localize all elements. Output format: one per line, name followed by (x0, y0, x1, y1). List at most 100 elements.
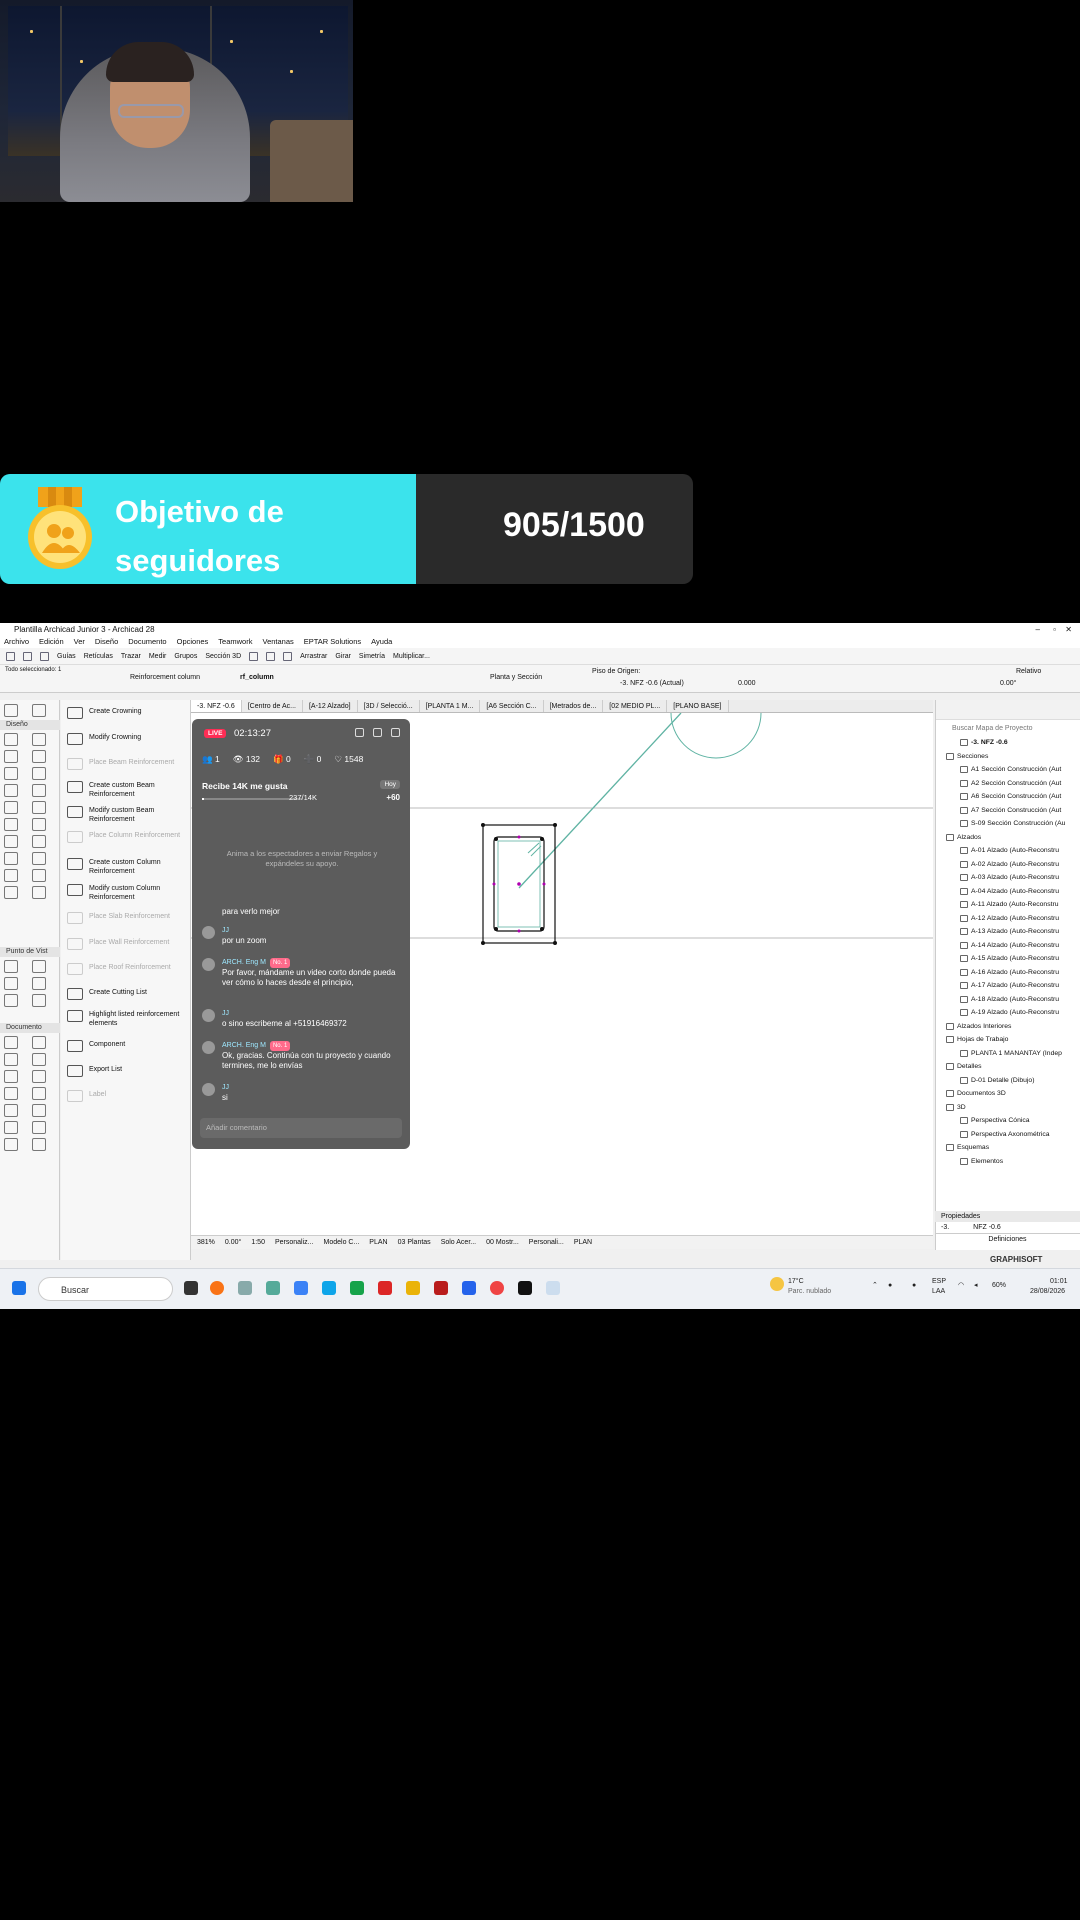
level-dim-tool-icon[interactable] (32, 1036, 46, 1049)
avatar[interactable] (202, 1083, 215, 1096)
tab-a12-alzado[interactable]: [A-12 Alzado] (303, 700, 358, 712)
zoom-value[interactable]: 381% (197, 1236, 215, 1249)
rotation-value[interactable]: 0.00° (225, 1236, 241, 1249)
lamp-tool-icon[interactable] (32, 852, 46, 865)
taskbar-search[interactable]: Buscar (38, 1277, 173, 1301)
place-column-reinforcement-button[interactable]: Place Column Reinforcement (67, 831, 191, 843)
navigator-item[interactable]: Esquemas (936, 1141, 1080, 1155)
column-tool-icon[interactable] (4, 750, 18, 763)
dimension-tool-icon[interactable] (4, 1036, 18, 1049)
modify-crowning-button[interactable]: Modify Crowning (67, 733, 191, 745)
dimension-standard[interactable]: PLAN (574, 1236, 592, 1249)
menu-ayuda[interactable]: Ayuda (371, 636, 392, 648)
windows-start-icon[interactable] (12, 1281, 26, 1295)
structure-display[interactable]: 03 Plantas (398, 1236, 431, 1249)
chevron-up-icon[interactable]: ⌃ (872, 1281, 878, 1290)
navigator-item[interactable]: A-11 Alzado (Auto-Reconstru (936, 898, 1080, 912)
polyline-tool-icon[interactable] (32, 1104, 46, 1117)
elevation-field[interactable]: 0.000 (738, 680, 756, 687)
navigator-item[interactable]: A-02 Alzado (Auto-Reconstru (936, 858, 1080, 872)
skylight-tool-icon[interactable] (32, 869, 46, 882)
curtain-wall-tool-icon[interactable] (32, 767, 46, 780)
message-user[interactable]: ARCH. Eng M (222, 959, 266, 966)
magic-wand-icon[interactable] (266, 652, 276, 661)
tab-centro[interactable]: [Centro de Ac... (242, 700, 303, 712)
navigator-item[interactable]: Detalles (936, 1060, 1080, 1074)
stair-tool-icon[interactable] (4, 784, 18, 797)
navigator-item[interactable]: PLANTA 1 MANANTAY (Indep (936, 1047, 1080, 1061)
section-tool-icon[interactable] (4, 960, 18, 973)
create-crowning-button[interactable]: Create Crowning (67, 707, 191, 719)
menu-edicion[interactable]: Edición (39, 636, 64, 648)
menu-teamwork[interactable]: Teamwork (218, 636, 252, 648)
navigator-item[interactable]: A-16 Alzado (Auto-Reconstru (936, 966, 1080, 980)
weather-icon[interactable] (770, 1277, 784, 1291)
fill-tool-icon[interactable] (4, 1087, 18, 1100)
expand-icon[interactable] (391, 728, 400, 737)
language[interactable]: ESP (932, 1277, 946, 1286)
railing-tool-icon[interactable] (32, 784, 46, 797)
navigator-item[interactable]: Elementos (936, 1155, 1080, 1169)
hotspot-tool-icon[interactable] (32, 1121, 46, 1134)
toolbar-trazar[interactable]: Trazar (121, 648, 141, 664)
toolbar-seccion3d[interactable]: Sección 3D (205, 648, 241, 664)
menu-opciones[interactable]: Opciones (177, 636, 209, 648)
navigator-item[interactable]: Secciones (936, 750, 1080, 764)
place-roof-reinforcement-button[interactable]: Place Roof Reinforcement (67, 963, 191, 975)
roof-tool-icon[interactable] (4, 801, 18, 814)
component-button[interactable]: Component (67, 1040, 191, 1052)
morph-tool-icon[interactable] (32, 835, 46, 848)
calculator-icon[interactable] (238, 1281, 252, 1295)
create-custom-beam-button[interactable]: Create custom Beam Reinforcement (67, 781, 191, 799)
navigator-item[interactable]: Perspectiva Axonométrica (936, 1128, 1080, 1142)
spline-tool-icon[interactable] (4, 1121, 18, 1134)
navigator-item[interactable]: Perspectiva Cónica (936, 1114, 1080, 1128)
radial-dim-tool-icon[interactable] (4, 1053, 18, 1066)
archicad-icon[interactable] (294, 1281, 308, 1295)
navigator-item[interactable]: S-09 Sección Construcción (Au (936, 817, 1080, 831)
task-view-icon[interactable] (184, 1281, 198, 1295)
autocad-icon[interactable] (434, 1281, 448, 1295)
navigator-item[interactable]: A-14 Alzado (Auto-Reconstru (936, 939, 1080, 953)
home-icon[interactable] (6, 652, 15, 661)
minimize-icon[interactable]: – (1036, 623, 1040, 636)
navigator-item[interactable]: -3. NFZ -0.6 (936, 736, 1080, 750)
avatar[interactable] (202, 926, 215, 939)
figure-tool-icon[interactable] (4, 1138, 18, 1151)
properties-header[interactable]: Propiedades (935, 1211, 1080, 1222)
opening-tool-icon[interactable] (4, 869, 18, 882)
modify-custom-beam-button[interactable]: Modify custom Beam Reinforcement (67, 806, 191, 824)
elevation-tool-icon[interactable] (32, 960, 46, 973)
wall-end-tool-icon[interactable] (32, 886, 46, 899)
settings-icon[interactable] (373, 728, 382, 737)
chrome-icon[interactable] (490, 1281, 504, 1295)
navigator-item[interactable]: A-03 Alzado (Auto-Reconstru (936, 871, 1080, 885)
avatar[interactable] (202, 958, 215, 971)
navigator-item[interactable]: A-19 Alzado (Auto-Reconstru (936, 1006, 1080, 1020)
tab-story[interactable]: -3. NFZ -0.6 (191, 700, 242, 712)
origin-story-select[interactable]: -3. NFZ -0.6 (Actual) (620, 680, 684, 687)
volume-icon[interactable]: ◂ (974, 1281, 978, 1290)
label-tool-icon[interactable] (32, 1070, 46, 1083)
avatar[interactable] (202, 1041, 215, 1054)
navigator-item[interactable]: A-12 Alzado (Auto-Reconstru (936, 912, 1080, 926)
trim-icon[interactable] (283, 652, 293, 661)
highlight-listed-button[interactable]: Highlight listed reinforcement elements (67, 1010, 191, 1028)
message-user[interactable]: JJ (222, 1009, 398, 1019)
layer-select[interactable]: rf_column (240, 674, 274, 681)
shell-tool-icon[interactable] (32, 801, 46, 814)
language-layout[interactable]: LAA (932, 1287, 945, 1296)
place-beam-reinforcement-button[interactable]: Place Beam Reinforcement (67, 758, 191, 770)
navigator-item[interactable]: A2 Sección Construcción (Aut (936, 777, 1080, 791)
message-user[interactable]: JJ (222, 926, 398, 936)
clock-time[interactable]: 01:01 (1050, 1277, 1068, 1286)
menu-eptar[interactable]: EPTAR Solutions (304, 636, 361, 648)
door-tool-icon[interactable] (32, 733, 46, 746)
toolbar-reticulas[interactable]: Retículas (84, 648, 113, 664)
snap-icon[interactable] (249, 652, 259, 661)
navigator-item[interactable]: A-15 Alzado (Auto-Reconstru (936, 952, 1080, 966)
viewpoint-palette-header[interactable]: Punto de Vist (0, 947, 60, 957)
menu-archivo[interactable]: Archivo (4, 636, 29, 648)
redo-icon[interactable] (40, 652, 49, 661)
tab-plano-base[interactable]: [PLANO BASE] (667, 700, 729, 712)
